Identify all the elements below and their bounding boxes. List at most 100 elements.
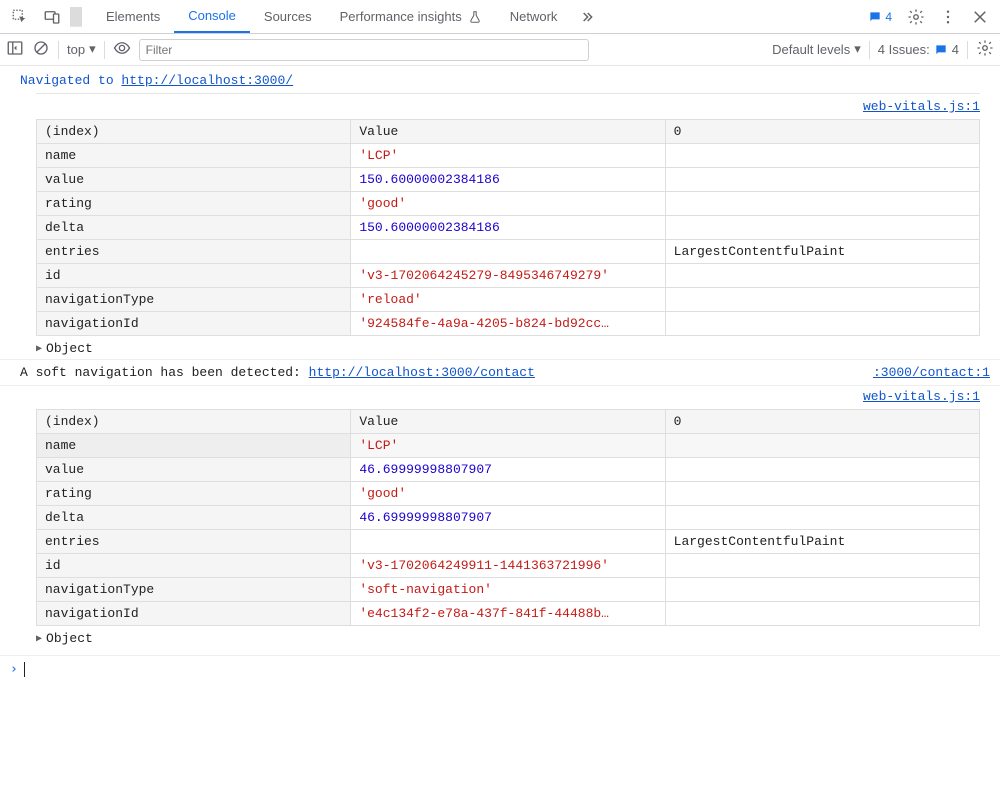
- source-link[interactable]: web-vitals.js:1: [863, 99, 980, 114]
- source-link-row: web-vitals.js:1: [0, 96, 1000, 117]
- prompt-caret-icon: ›: [10, 662, 18, 677]
- row-col0: [665, 554, 979, 578]
- table-row[interactable]: value46.69999998807907: [37, 458, 980, 482]
- live-expression-icon[interactable]: [113, 39, 131, 60]
- panel-tabs: Elements Console Sources Performance ins…: [92, 0, 603, 33]
- nav-prefix: Navigated to: [20, 73, 121, 88]
- messages-badge[interactable]: 4: [862, 10, 898, 24]
- tab-console[interactable]: Console: [174, 0, 250, 33]
- row-key: delta: [37, 506, 351, 530]
- console-toolbar: top ▾ Default levels ▾ 4 Issues: 4: [0, 34, 1000, 66]
- table-header[interactable]: Value: [351, 120, 665, 144]
- close-icon[interactable]: [966, 3, 994, 31]
- table-row[interactable]: entriesLargestContentfulPaint: [37, 530, 980, 554]
- sidebar-toggle-icon[interactable]: [6, 39, 24, 60]
- flask-icon: [468, 10, 482, 24]
- table-header[interactable]: (index): [37, 410, 351, 434]
- object-expander[interactable]: ▶ Object: [0, 338, 1000, 359]
- table-row[interactable]: navigationType'reload': [37, 288, 980, 312]
- table-row[interactable]: rating'good': [37, 192, 980, 216]
- log-levels-selector[interactable]: Default levels ▾: [772, 42, 861, 58]
- row-key: navigationType: [37, 578, 351, 602]
- more-tabs-button[interactable]: [571, 0, 603, 33]
- softnav-url-link[interactable]: http://localhost:3000/contact: [309, 365, 535, 380]
- console-settings-icon[interactable]: [976, 39, 994, 60]
- table-row[interactable]: id'v3-1702064249911-1441363721996': [37, 554, 980, 578]
- table-row[interactable]: navigationId'e4c134f2-e78a-437f-841f-444…: [37, 602, 980, 626]
- row-col0: [665, 434, 979, 458]
- row-value: 'reload': [351, 288, 665, 312]
- table-header[interactable]: (index): [37, 120, 351, 144]
- row-col0: [665, 506, 979, 530]
- table-row[interactable]: navigationId'924584fe-4a9a-4205-b824-bd9…: [37, 312, 980, 336]
- chevron-down-icon: ▾: [89, 41, 96, 57]
- row-value: 'good': [351, 482, 665, 506]
- table-header[interactable]: 0: [665, 120, 979, 144]
- row-value: 'LCP': [351, 144, 665, 168]
- row-value: [351, 530, 665, 554]
- row-col0: [665, 168, 979, 192]
- issues-indicator[interactable]: 4 Issues: 4: [878, 42, 959, 57]
- tab-network[interactable]: Network: [496, 0, 572, 33]
- messages-count: 4: [885, 10, 892, 24]
- text-cursor: [24, 662, 25, 677]
- context-label: top: [67, 42, 85, 57]
- tab-elements[interactable]: Elements: [92, 0, 174, 33]
- row-value: 150.60000002384186: [351, 168, 665, 192]
- source-link[interactable]: :3000/contact:1: [873, 365, 990, 380]
- console-prompt[interactable]: ›: [0, 655, 1000, 683]
- row-col0: [665, 288, 979, 312]
- nav-url-link[interactable]: http://localhost:3000/: [121, 73, 293, 88]
- separator: [967, 41, 968, 59]
- row-key: navigationType: [37, 288, 351, 312]
- kebab-menu-icon[interactable]: [934, 3, 962, 31]
- table-row[interactable]: entriesLargestContentfulPaint: [37, 240, 980, 264]
- console-table-1: (index)Value0name'LCP'value150.600000023…: [0, 117, 1000, 338]
- row-key: name: [37, 144, 351, 168]
- console-output: Navigated to http://localhost:3000/ web-…: [0, 66, 1000, 786]
- row-value: 46.69999998807907: [351, 506, 665, 530]
- row-key: entries: [37, 240, 351, 264]
- settings-icon[interactable]: [902, 3, 930, 31]
- row-col0: [665, 458, 979, 482]
- table-row[interactable]: delta150.60000002384186: [37, 216, 980, 240]
- context-selector[interactable]: top ▾: [67, 42, 96, 58]
- table-header[interactable]: 0: [665, 410, 979, 434]
- message-icon: [934, 43, 948, 57]
- table-row[interactable]: name'LCP': [37, 144, 980, 168]
- table-row[interactable]: navigationType'soft-navigation': [37, 578, 980, 602]
- row-value: 'LCP': [351, 434, 665, 458]
- row-key: navigationId: [37, 602, 351, 626]
- source-link-row: web-vitals.js:1: [0, 386, 1000, 407]
- triangle-right-icon: ▶: [36, 633, 42, 645]
- device-toolbar-icon[interactable]: [38, 3, 66, 31]
- source-link[interactable]: web-vitals.js:1: [863, 389, 980, 404]
- row-col0: [665, 578, 979, 602]
- table-row[interactable]: delta46.69999998807907: [37, 506, 980, 530]
- row-col0: [665, 144, 979, 168]
- filter-input[interactable]: [139, 39, 589, 61]
- tab-performance-insights[interactable]: Performance insights: [326, 0, 496, 33]
- table-row[interactable]: id'v3-1702064245279-8495346749279': [37, 264, 980, 288]
- row-key: entries: [37, 530, 351, 554]
- object-expander[interactable]: ▶ Object: [0, 628, 1000, 649]
- console-table-2: (index)Value0name'LCP'value46.6999999880…: [0, 407, 1000, 628]
- row-key: value: [37, 168, 351, 192]
- tab-sources[interactable]: Sources: [250, 0, 326, 33]
- table-row[interactable]: value150.60000002384186: [37, 168, 980, 192]
- row-key: rating: [37, 482, 351, 506]
- row-col0: [665, 482, 979, 506]
- table-row[interactable]: name'LCP': [37, 434, 980, 458]
- row-value: [351, 240, 665, 264]
- inspect-element-icon[interactable]: [6, 3, 34, 31]
- table-row[interactable]: rating'good': [37, 482, 980, 506]
- row-value: 'v3-1702064245279-8495346749279': [351, 264, 665, 288]
- row-col0: [665, 264, 979, 288]
- row-key: id: [37, 264, 351, 288]
- clear-console-icon[interactable]: [32, 39, 50, 60]
- table-header[interactable]: Value: [351, 410, 665, 434]
- soft-navigation-message: A soft navigation has been detected: htt…: [0, 359, 1000, 386]
- expander-label: Object: [46, 631, 93, 646]
- row-key: value: [37, 458, 351, 482]
- message-icon: [868, 10, 882, 24]
